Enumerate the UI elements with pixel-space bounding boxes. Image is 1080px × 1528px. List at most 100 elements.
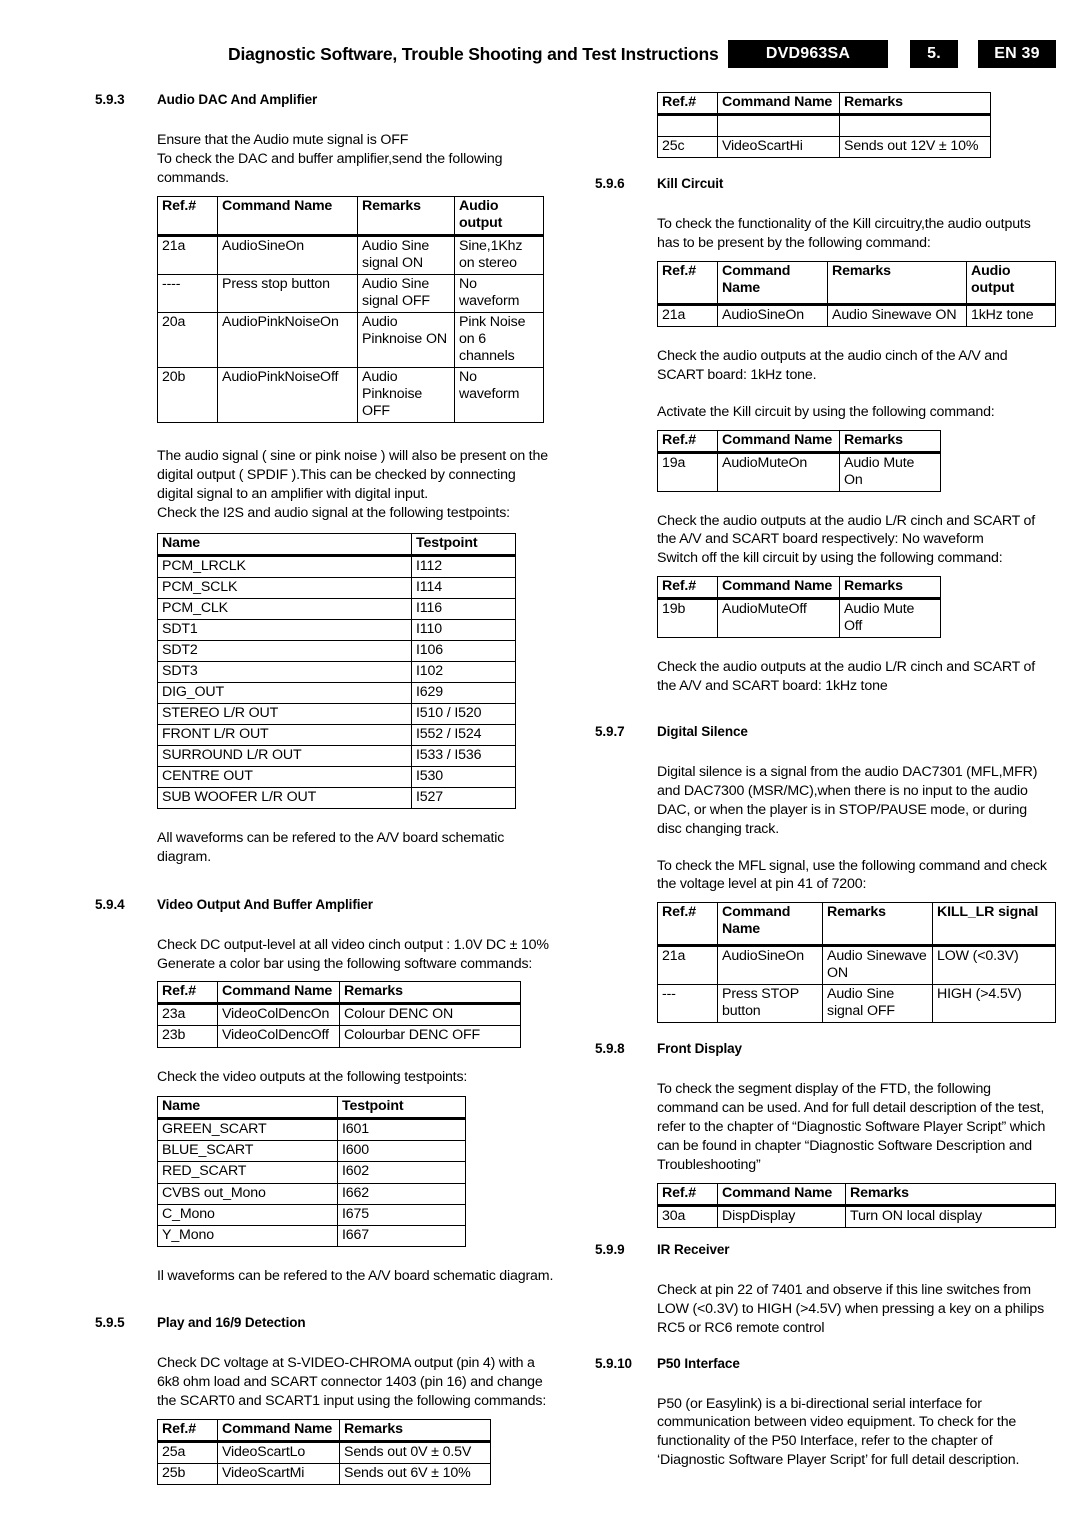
section-5-9-7-intro: Digital silence is a signal from the aud… bbox=[657, 763, 1055, 839]
table-cell: PCM_LRCLK bbox=[157, 554, 412, 578]
table-row: 21a AudioSineOn Audio Sine signal ON Sine,1… bbox=[157, 234, 544, 275]
table-row: 21a AudioSineOn Audio Sinewave ON 1kHz tone bbox=[657, 303, 1056, 327]
column-header: Remarks bbox=[839, 91, 991, 117]
table-cell: I114 bbox=[411, 576, 516, 599]
section-heading-5-9-8: 5.9.8 Front Display bbox=[595, 1041, 1055, 1056]
table-cell: Audio Sinewave ON bbox=[827, 303, 967, 327]
table-cell: Audio Mute On bbox=[839, 451, 941, 492]
table-cell: 21a bbox=[657, 303, 718, 327]
table-cell: RED_SCART bbox=[157, 1161, 338, 1184]
table-cell: AudioSineOn bbox=[717, 945, 823, 986]
column-header: Name bbox=[157, 1096, 338, 1121]
table-cell: AudioSineOn bbox=[217, 234, 358, 275]
paragraph: To check the MFL signal, use the followi… bbox=[657, 857, 1047, 893]
section-5-9-4-outro: Il waveforms can be refered to the A/V b… bbox=[157, 1267, 555, 1286]
section-title: IR Receiver bbox=[657, 1241, 730, 1257]
section-5-9-6-para5: Check the audio outputs at the audio L/R… bbox=[657, 658, 1055, 696]
table-cell: LOW (<0.3V) bbox=[932, 945, 1056, 986]
front-display-command-table: Ref.# Command Name Remarks 30a DispDisplay T… bbox=[657, 1182, 1056, 1228]
table-cell: Turn ON local display bbox=[845, 1204, 1056, 1228]
table-cell: I106 bbox=[411, 639, 516, 662]
video-testpoint-table: Name Testpoint GREEN_SCART I601 BLUE_SCART I… bbox=[157, 1096, 466, 1247]
page-title: Diagnostic Software, Trouble Shooting an… bbox=[228, 44, 719, 64]
section-5-9-8-intro: To check the segment display of the FTD,… bbox=[657, 1080, 1055, 1174]
paragraph: P50 (or Easylink) is a bi-directional se… bbox=[657, 1395, 1020, 1469]
table-cell: VideoScartHi bbox=[717, 136, 840, 159]
table-cell: AudioMuteOff bbox=[717, 598, 840, 639]
digital-silence-command-table: Ref.# Command Name Remarks KILL_LR signal 2… bbox=[657, 902, 1056, 1024]
section-5-9-3-outro: All waveforms can be refered to the A/V … bbox=[157, 829, 555, 867]
table-cell: ---- bbox=[157, 273, 218, 313]
column-header: Testpoint bbox=[337, 1096, 466, 1121]
table-cell: I600 bbox=[337, 1140, 466, 1163]
table-body: GREEN_SCART I601 BLUE_SCART I600 RED_SCART I6… bbox=[157, 1118, 466, 1247]
paragraph: Activate the Kill circuit by using the f… bbox=[657, 403, 995, 420]
table-row: ---- Press stop button Audio Sine signal O… bbox=[157, 273, 544, 313]
section-title: Play and 16/9 Detection bbox=[157, 1315, 306, 1331]
table-cell bbox=[839, 114, 991, 138]
table-cell: SDT1 bbox=[157, 618, 412, 641]
model-badge: DVD963SA bbox=[728, 40, 888, 68]
table-row: PCM_LRCLK I112 bbox=[157, 554, 516, 578]
table-header-row: Ref.# Command Name Remarks bbox=[657, 91, 991, 117]
table-cell: BLUE_SCART bbox=[157, 1140, 338, 1163]
table-cell: SUB WOOFER L/R OUT bbox=[157, 786, 412, 809]
table-cell: STEREO L/R OUT bbox=[157, 702, 412, 725]
section-5-9-10-intro: P50 (or Easylink) is a bi-directional se… bbox=[657, 1395, 1055, 1471]
column-header: Command Name bbox=[717, 429, 840, 454]
table-row: SURROUND L/R OUT I533 / I536 bbox=[157, 744, 516, 767]
paragraph: To check the segment display of the FTD,… bbox=[657, 1081, 1046, 1173]
table-body: 21a AudioSineOn Audio Sine signal ON Sine,1… bbox=[157, 234, 544, 424]
table-body: 25a VideoScartLo Sends out 0V ± 0.5V 25b Vid… bbox=[157, 1441, 491, 1486]
column-header: Ref.# bbox=[157, 1419, 218, 1444]
section-5-9-9-intro: Check at pin 22 of 7401 and observe if t… bbox=[657, 1281, 1055, 1338]
section-5-9-6-intro: To check the functionality of the Kill c… bbox=[657, 215, 1055, 253]
table-cell: I116 bbox=[411, 597, 516, 620]
table-row: CVBS out_Mono I662 bbox=[157, 1182, 466, 1205]
table-cell: Audio Pinknoise ON bbox=[357, 311, 455, 368]
table-cell: VideoScartLo bbox=[217, 1441, 340, 1465]
table-cell: AudioMuteOn bbox=[717, 451, 840, 492]
table-row: Y_Mono I667 bbox=[157, 1224, 466, 1247]
section-5-9-6-para2: Check the audio outputs at the audio cin… bbox=[657, 347, 1055, 385]
table-cell: I675 bbox=[337, 1203, 466, 1226]
table-row: FRONT L/R OUT I552 / I524 bbox=[157, 723, 516, 746]
section-5-9-4-para2: Check the video outputs at the following… bbox=[157, 1068, 555, 1087]
paragraph: Check at pin 22 of 7401 and observe if t… bbox=[657, 1281, 1045, 1336]
paragraph: All waveforms can be refered to the A/V … bbox=[157, 829, 505, 865]
table-cell: Audio Sine signal ON bbox=[357, 234, 455, 275]
table-row: PCM_SCLK I114 bbox=[157, 576, 516, 599]
table-cell: I601 bbox=[337, 1118, 466, 1142]
table-header-row: Ref.# Command Name Remarks Audio output bbox=[657, 260, 1056, 306]
table-body: 19a AudioMuteOn Audio Mute On bbox=[657, 451, 941, 492]
table-cell: Y_Mono bbox=[157, 1224, 338, 1247]
paragraph: Check the video outputs at the following… bbox=[157, 1068, 468, 1085]
column-header: Command Name bbox=[717, 1182, 846, 1207]
table-cell: 1kHz tone bbox=[966, 303, 1056, 327]
table-cell: VideoScartMi bbox=[217, 1463, 340, 1486]
table-cell: PCM_SCLK bbox=[157, 576, 412, 599]
table-cell: Audio Mute Off bbox=[839, 598, 941, 639]
page-number-badge: EN 39 bbox=[978, 40, 1056, 68]
table-header-row: Ref.# Command Name Remarks bbox=[657, 429, 941, 454]
section-5-9-3-intro: Ensure that the Audio mute signal is OFF… bbox=[157, 131, 555, 188]
left-column: 5.9.3 Audio DAC And Amplifier Ensure tha… bbox=[95, 92, 555, 1486]
column-header: Remarks bbox=[839, 429, 941, 454]
paragraph: Check DC voltage at S-VIDEO-CHROMA outpu… bbox=[157, 1355, 547, 1410]
section-number: 5.9.10 bbox=[595, 1355, 632, 1371]
section-title: Front Display bbox=[657, 1041, 742, 1057]
table-cell: 19b bbox=[657, 598, 718, 639]
table-cell: SURROUND L/R OUT bbox=[157, 744, 412, 767]
column-header: Remarks bbox=[339, 1419, 491, 1444]
column-header: Testpoint bbox=[411, 532, 516, 557]
column-header: Ref.# bbox=[657, 260, 718, 306]
paragraph: Digital silence is a signal from the aud… bbox=[657, 764, 1038, 837]
column-header: Command Name bbox=[717, 576, 840, 601]
table-cell: SDT3 bbox=[157, 660, 412, 683]
table-cell: CVBS out_Mono bbox=[157, 1182, 338, 1205]
table-cell: 21a bbox=[657, 945, 718, 986]
section-number: 5.9.7 bbox=[595, 724, 625, 740]
scart-command-table-continued: Ref.# Command Name Remarks 25c VideoScartHi… bbox=[657, 91, 991, 159]
paragraph: The audio signal ( sine or pink noise ) … bbox=[157, 448, 548, 521]
section-heading-5-9-3: 5.9.3 Audio DAC And Amplifier bbox=[95, 92, 555, 107]
